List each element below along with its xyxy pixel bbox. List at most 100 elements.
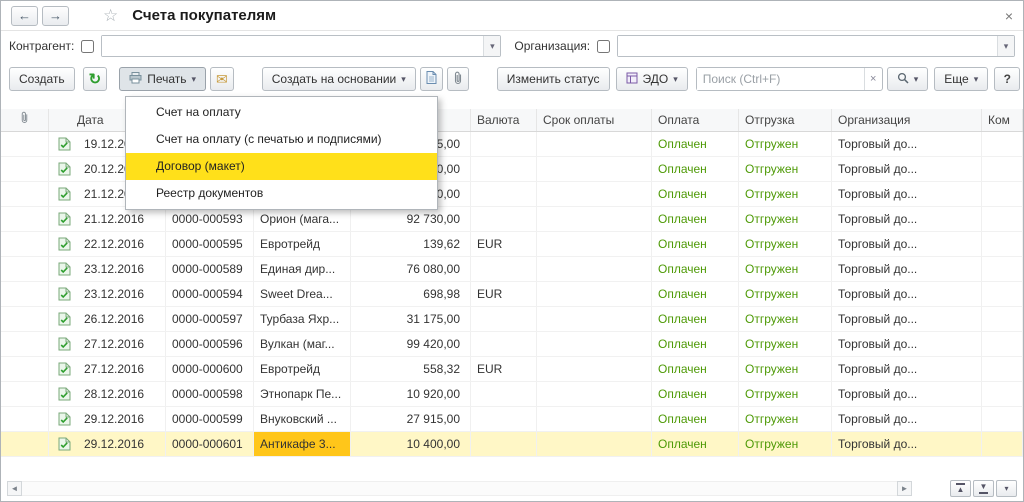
posted-document-icon <box>58 337 71 351</box>
table-row[interactable]: 22.12.2016 0000-000595 Евротрейд 139,62 … <box>1 232 1023 257</box>
date-value: 29.12.2016 <box>84 437 145 451</box>
organization-cell: Торговый до... <box>832 157 982 181</box>
filter-bar: Контрагент: ▾ Организация: ▾ <box>1 31 1023 61</box>
amount-cell: 139,62 <box>351 232 471 256</box>
edo-button[interactable]: ЭДО ▾ <box>615 67 688 91</box>
comment-cell <box>982 307 1023 331</box>
date-value: 21.12.2016 <box>84 212 145 226</box>
search-options-button[interactable]: ▾ <box>886 67 929 91</box>
organization-dropdown-icon[interactable]: ▾ <box>997 36 1014 56</box>
counterparty-filter-checkbox[interactable] <box>81 39 95 53</box>
column-header-due-date[interactable]: Срок оплаты <box>537 109 652 131</box>
date-cell: 22.12.2016 <box>49 232 166 256</box>
paperclip-icon <box>20 109 29 131</box>
chevron-down-icon: ▾ <box>913 73 919 84</box>
posted-document-icon <box>58 212 71 226</box>
search-box[interactable]: × <box>695 67 883 91</box>
forward-button[interactable]: → <box>42 5 69 26</box>
attachment-cell <box>1 157 49 181</box>
create-based-on-button[interactable]: Создать на основании ▾ <box>261 67 416 91</box>
counterparty-input[interactable] <box>102 36 484 56</box>
back-button[interactable]: ← <box>11 5 38 26</box>
table-row[interactable]: 27.12.2016 0000-000596 Вулкан (маг... 99… <box>1 332 1023 357</box>
column-header-attachments[interactable] <box>1 109 49 131</box>
comment-cell <box>982 432 1023 456</box>
reports-button[interactable] <box>419 67 443 91</box>
invoices-to-customers-window: ← → ☆ Счета покупателям × Контрагент: ▾ … <box>0 0 1024 502</box>
attachment-cell <box>1 407 49 431</box>
print-menu-item[interactable]: Договор (макет) <box>126 153 437 180</box>
column-header-shipment[interactable]: Отгрузка <box>739 109 832 131</box>
favorite-star-icon[interactable]: ☆ <box>103 6 118 26</box>
organization-combo[interactable]: ▾ <box>617 35 1015 57</box>
table-row[interactable]: 23.12.2016 0000-000589 Единая дир... 76 … <box>1 257 1023 282</box>
more-button[interactable]: Еще ▾ <box>934 67 989 91</box>
organization-filter-checkbox[interactable] <box>597 39 611 53</box>
search-input[interactable] <box>696 68 864 90</box>
create-based-on-label: Создать на основании <box>271 72 397 86</box>
create-button[interactable]: Создать <box>9 67 75 91</box>
organization-cell: Торговый до... <box>832 232 982 256</box>
paperclip-icon <box>453 71 463 88</box>
attachments-button[interactable] <box>446 67 469 91</box>
chevron-down-icon: ▾ <box>973 73 979 84</box>
print-menu-item[interactable]: Реестр документов <box>126 180 437 207</box>
date-cell: 29.12.2016 <box>49 407 166 431</box>
shipment-status-cell: Отгружен <box>739 357 832 381</box>
scroll-right-icon[interactable]: ► <box>897 481 912 496</box>
column-header-organization[interactable]: Организация <box>832 109 982 131</box>
chevron-down-icon: ▾ <box>673 73 678 84</box>
due-date-cell <box>537 407 652 431</box>
amount-cell: 698,98 <box>351 282 471 306</box>
print-button[interactable]: Печать ▾ <box>119 67 207 91</box>
print-menu-item[interactable]: Счет на оплату <box>126 99 437 126</box>
shipment-status-cell: Отгружен <box>739 332 832 356</box>
table-row[interactable]: 29.12.2016 0000-000599 Внуковский ... 27… <box>1 407 1023 432</box>
posted-document-icon <box>58 412 71 426</box>
column-header-payment[interactable]: Оплата <box>652 109 739 131</box>
counterparty-dropdown-icon[interactable]: ▾ <box>483 36 501 56</box>
scrollbar-track[interactable] <box>22 481 897 496</box>
table-row[interactable]: 28.12.2016 0000-000598 Этнопарк Пе... 10… <box>1 382 1023 407</box>
currency-cell <box>471 132 537 156</box>
organization-input[interactable] <box>618 36 997 56</box>
scroll-left-icon[interactable]: ◄ <box>7 481 22 496</box>
help-button[interactable]: ? <box>994 67 1021 91</box>
list-more-button[interactable]: ▾ <box>996 480 1017 497</box>
attachment-cell <box>1 332 49 356</box>
go-to-list-top-button[interactable]: ▲ <box>950 480 971 497</box>
counterparty-combo[interactable]: ▾ <box>101 35 502 57</box>
search-clear-icon[interactable]: × <box>863 68 882 90</box>
counterparty-cell: Евротрейд <box>254 232 351 256</box>
chevron-down-icon: ▾ <box>191 73 197 84</box>
refresh-icon: ↻ <box>88 70 102 88</box>
organization-cell: Торговый до... <box>832 132 982 156</box>
comment-cell <box>982 357 1023 381</box>
shipment-status-cell: Отгружен <box>739 382 832 406</box>
organization-cell: Торговый до... <box>832 432 982 456</box>
table-row[interactable]: 21.12.2016 0000-000593 Орион (мага... 92… <box>1 207 1023 232</box>
payment-status-cell: Оплачен <box>652 357 739 381</box>
table-row[interactable]: 26.12.2016 0000-000597 Турбаза Яхр... 31… <box>1 307 1023 332</box>
counterparty-cell: Sweet Drea... <box>254 282 351 306</box>
close-icon[interactable]: × <box>999 6 1019 26</box>
attachment-cell <box>1 282 49 306</box>
page-title: Счета покупателям <box>132 7 277 24</box>
column-header-comment[interactable]: Ком <box>982 109 1023 131</box>
go-to-list-bottom-button[interactable]: ▼ <box>973 480 994 497</box>
print-menu-item[interactable]: Счет на оплату (с печатью и подписями) <box>126 126 437 153</box>
send-email-button[interactable]: ✉ <box>210 67 234 91</box>
number-cell: 0000-000601 <box>166 432 254 456</box>
currency-cell <box>471 307 537 331</box>
table-row[interactable]: 23.12.2016 0000-000594 Sweet Drea... 698… <box>1 282 1023 307</box>
payment-status-cell: Оплачен <box>652 282 739 306</box>
table-row[interactable]: 27.12.2016 0000-000600 Евротрейд 558,32 … <box>1 357 1023 382</box>
counterparty-cell: Внуковский ... <box>254 407 351 431</box>
amount-cell: 10 920,00 <box>351 382 471 406</box>
change-status-button[interactable]: Изменить статус <box>496 67 610 91</box>
refresh-button[interactable]: ↻ <box>82 67 108 91</box>
column-header-currency[interactable]: Валюта <box>471 109 537 131</box>
comment-cell <box>982 257 1023 281</box>
table-row[interactable]: 29.12.2016 0000-000601 Антикафе 3... 10 … <box>1 432 1023 457</box>
horizontal-scrollbar[interactable]: ◄ ► <box>7 481 912 496</box>
